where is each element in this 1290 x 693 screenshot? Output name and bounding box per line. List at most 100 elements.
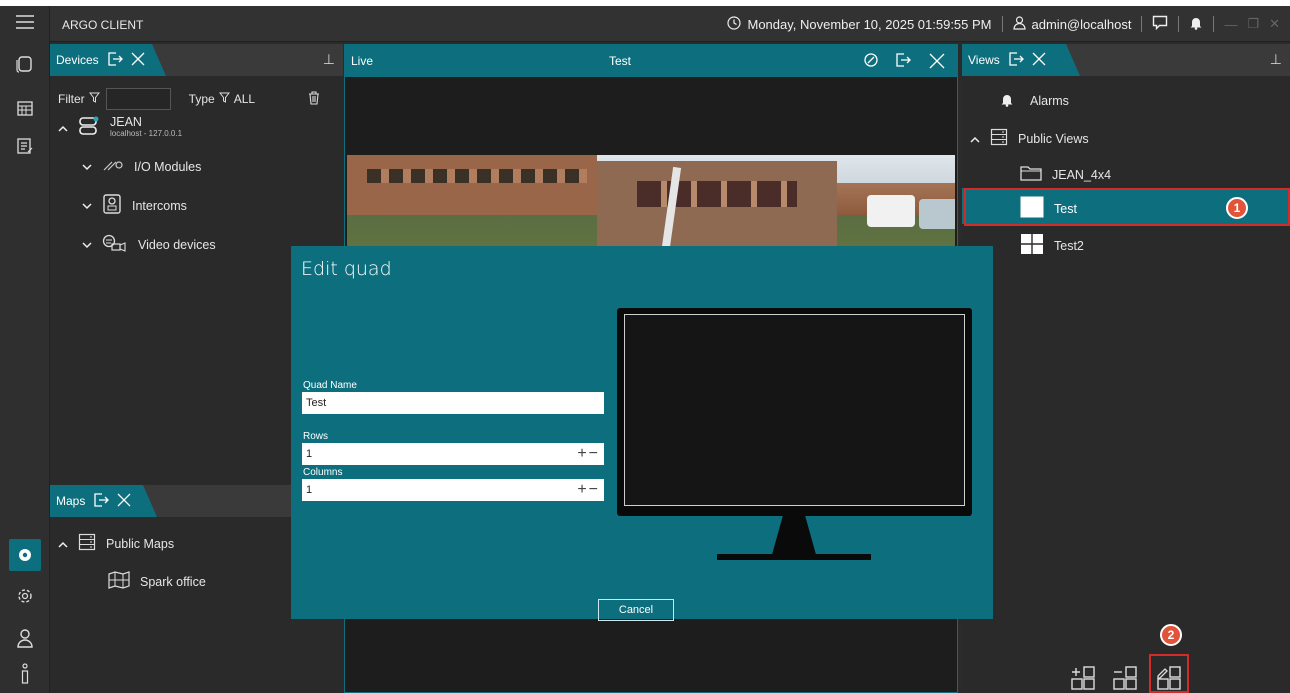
add-view-icon[interactable] xyxy=(1070,666,1096,693)
close-icon[interactable] xyxy=(131,52,145,69)
tab-views[interactable]: Views xyxy=(962,44,1080,76)
views-tab-label: Views xyxy=(968,53,1000,67)
step-badge-1: 1 xyxy=(1226,197,1248,219)
live-tab-label: Live xyxy=(351,54,374,68)
camera-feed[interactable] xyxy=(347,155,955,255)
panel-icon[interactable] xyxy=(13,52,37,76)
public-views-label: Public Views xyxy=(1018,131,1089,146)
map-item[interactable]: Spark office xyxy=(108,571,206,592)
rows-value: 1 xyxy=(306,448,313,460)
datetime-display: Monday, November 10, 2025 01:59:55 PM xyxy=(747,16,992,32)
quad-name-input[interactable]: Test xyxy=(302,392,604,414)
tab-maps[interactable]: Maps xyxy=(50,485,157,517)
notes-icon[interactable] xyxy=(13,134,37,158)
building-right xyxy=(597,161,837,255)
filter-input[interactable] xyxy=(105,88,171,110)
title-bar: ARGO CLIENT Monday, November 10, 2025 01… xyxy=(50,6,1290,42)
pin-icon[interactable]: ⊥ xyxy=(1270,51,1282,68)
trash-icon[interactable] xyxy=(308,90,320,108)
type-select[interactable]: ALL xyxy=(234,88,300,110)
type-value: ALL xyxy=(233,92,256,106)
columns-stepper[interactable]: 1 +− xyxy=(302,479,604,501)
divider xyxy=(1001,16,1003,32)
tree-label: Public Maps xyxy=(106,536,175,551)
chevron-up-icon[interactable] xyxy=(970,132,980,146)
dialog-title: Edit quad xyxy=(301,258,392,280)
chevron-up-icon[interactable] xyxy=(58,537,68,551)
user-label[interactable]: admin@localhost xyxy=(1032,17,1132,32)
highlight-box-2 xyxy=(1149,654,1189,693)
quad-name-value: Test xyxy=(306,397,327,409)
close-icon[interactable] xyxy=(929,53,945,72)
restore-icon[interactable]: ❐ xyxy=(1247,16,1259,32)
type-label: Type xyxy=(188,92,215,106)
windows-row-2 xyxy=(637,181,797,207)
clock-icon xyxy=(727,15,742,33)
user-icon[interactable] xyxy=(13,626,37,650)
calendar-icon[interactable] xyxy=(13,96,37,120)
io-module-icon xyxy=(102,158,124,175)
chevron-down-icon[interactable] xyxy=(82,238,92,252)
view-item-test2[interactable]: Test2 xyxy=(1020,233,1084,258)
app-window: ARGO CLIENT Monday, November 10, 2025 01… xyxy=(0,6,1290,693)
close-window-icon[interactable]: ✕ xyxy=(1269,16,1280,32)
minimize-icon[interactable]: — xyxy=(1224,17,1237,32)
tree-label: Test2 xyxy=(1054,238,1084,253)
chevron-down-icon[interactable] xyxy=(82,199,92,213)
detach-icon[interactable] xyxy=(107,51,123,69)
alarms-label: Alarms xyxy=(1030,94,1069,108)
step-badge-2: 2 xyxy=(1160,624,1182,646)
hamburger-menu-icon[interactable] xyxy=(13,10,37,34)
server-icon xyxy=(78,116,100,139)
devices-tabbar: Devices ⊥ xyxy=(50,44,343,76)
chevron-up-icon[interactable] xyxy=(58,121,68,135)
settings-icon[interactable] xyxy=(9,539,41,571)
detach-icon[interactable] xyxy=(1008,51,1024,69)
columns-label: Columns xyxy=(303,467,343,478)
tree-label: JEAN_4x4 xyxy=(1052,167,1112,182)
video-device-icon xyxy=(102,234,128,255)
ptz-icon[interactable] xyxy=(863,52,879,71)
server-row[interactable]: JEAN localhost - 127.0.0.1 xyxy=(58,115,182,139)
divider xyxy=(1141,16,1143,32)
detach-icon[interactable] xyxy=(93,492,110,510)
bell-icon xyxy=(1000,92,1014,110)
plus-minus-icon[interactable]: +− xyxy=(577,445,600,463)
cancel-button[interactable]: Cancel xyxy=(598,599,674,621)
tree-group-intercoms[interactable]: Intercoms xyxy=(82,194,187,217)
chat-icon[interactable] xyxy=(1152,15,1168,33)
chevron-down-icon[interactable] xyxy=(82,160,92,174)
server-rack-icon xyxy=(78,533,96,554)
tree-group-io-modules[interactable]: I/O Modules xyxy=(82,158,201,175)
monitor-base xyxy=(717,554,871,560)
views-panel: Views ⊥ Alarms Public Views JEAN_4x4 Tes… xyxy=(962,44,1290,693)
maps-group-row[interactable]: Public Maps xyxy=(58,533,174,554)
columns-value: 1 xyxy=(306,484,313,496)
public-views-row[interactable]: Public Views xyxy=(970,128,1089,149)
devices-tab-label: Devices xyxy=(56,53,99,67)
tree-label: Video devices xyxy=(138,237,216,252)
edit-quad-dialog: Edit quad Quad Name Test Rows 1 +− Colum… xyxy=(291,246,993,621)
close-icon[interactable] xyxy=(1032,52,1046,69)
quad-view-icon xyxy=(1020,233,1044,258)
building-left xyxy=(347,155,597,215)
tree-group-video-devices[interactable]: Video devices xyxy=(82,234,216,255)
view-folder-item[interactable]: JEAN_4x4 xyxy=(1020,165,1111,184)
info-icon[interactable] xyxy=(13,662,37,686)
alarms-row[interactable]: Alarms xyxy=(1000,92,1069,110)
maps-tab-label: Maps xyxy=(56,494,86,508)
live-view-title: Test xyxy=(609,54,632,68)
rows-stepper[interactable]: 1 +− xyxy=(302,443,604,465)
plus-minus-icon[interactable]: +− xyxy=(577,481,600,499)
divider xyxy=(1178,16,1180,32)
pin-icon[interactable]: ⊥ xyxy=(323,51,335,68)
bell-icon[interactable] xyxy=(1189,15,1203,33)
quad-preview-cell xyxy=(624,314,965,506)
detach-icon[interactable] xyxy=(895,53,911,70)
tab-devices[interactable]: Devices xyxy=(50,44,166,76)
gear-icon[interactable] xyxy=(13,584,37,608)
remove-view-icon[interactable] xyxy=(1112,666,1138,693)
close-icon[interactable] xyxy=(117,493,131,510)
left-rail xyxy=(0,6,50,693)
filter-icon xyxy=(218,92,230,106)
